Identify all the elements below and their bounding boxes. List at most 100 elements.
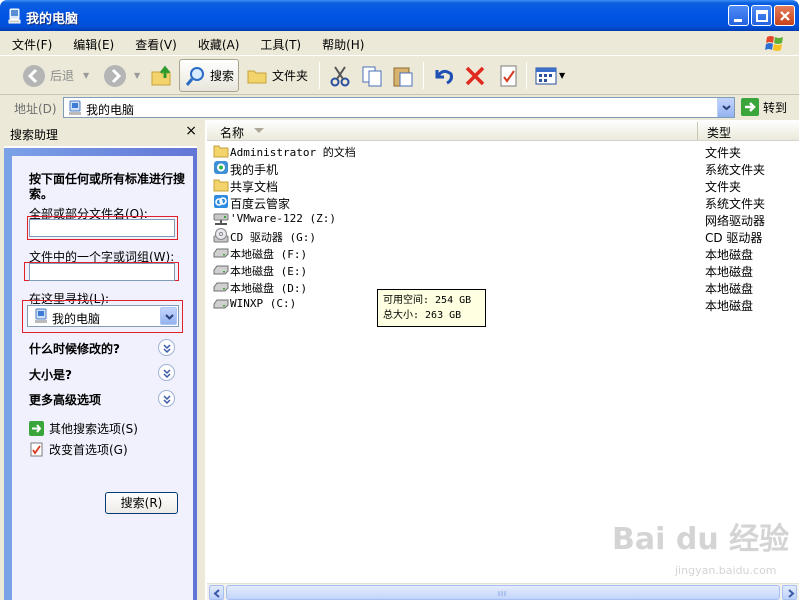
close-button[interactable] <box>774 5 795 26</box>
folders-button[interactable]: 文件夹 <box>246 59 308 92</box>
views-button[interactable]: ▼ <box>534 59 565 92</box>
list-item[interactable]: 本地磁盘 (E:) 本地磁盘 <box>207 261 799 279</box>
undo-button[interactable] <box>431 59 455 92</box>
maximize-icon <box>756 10 768 22</box>
preferences-icon <box>30 442 43 457</box>
other-search-options-link[interactable]: 其他搜索选项(S) <box>29 420 138 437</box>
disk-space-tooltip: 可用空间: 254 GB 总大小: 263 GB <box>377 289 486 327</box>
minimize-button[interactable] <box>728 5 749 26</box>
address-dropdown[interactable] <box>717 98 734 117</box>
properties-icon <box>500 65 517 86</box>
phone-icon <box>214 161 228 174</box>
address-input[interactable]: 我的电脑 <box>63 97 735 118</box>
scroll-thumb[interactable] <box>226 585 780 600</box>
size-section[interactable]: 大小是? <box>29 366 72 383</box>
file-list: Administrator 的文档 文件夹 我的手机 系统文件夹 共享文档 文件… <box>207 142 799 313</box>
toolbar-separator <box>319 62 320 89</box>
paste-icon <box>393 67 413 86</box>
change-preferences-link[interactable]: 改变首选项(G) <box>29 441 128 458</box>
forward-arrow-icon <box>104 64 126 87</box>
column-divider[interactable] <box>697 122 698 140</box>
list-item[interactable]: Administrator 的文档 文件夹 <box>207 142 799 160</box>
copy-button[interactable] <box>360 59 384 92</box>
menu-favorites[interactable]: 收藏(A) <box>198 36 240 53</box>
chevron-right-icon <box>788 589 795 598</box>
chevron-left-icon <box>213 589 220 598</box>
address-bar: 地址(D) 我的电脑 转到 <box>0 95 799 120</box>
search-intro-text: 按下面任何或所有标准进行搜索。 <box>29 172 186 201</box>
close-pane-icon[interactable]: × <box>185 123 197 139</box>
scroll-right-button[interactable] <box>782 585 797 600</box>
address-label: 地址(D) <box>14 102 57 116</box>
title-bar[interactable]: 我的电脑 <box>0 0 799 31</box>
cut-button[interactable] <box>328 59 352 92</box>
scroll-left-button[interactable] <box>209 585 224 600</box>
cloud-icon <box>214 195 228 208</box>
chevron-down-icon <box>165 314 174 320</box>
forward-dropdown-icon[interactable]: ▼ <box>134 71 140 80</box>
menu-edit[interactable]: 编辑(E) <box>73 36 114 53</box>
minimize-icon <box>734 19 742 22</box>
back-button[interactable]: 后退 ▼ <box>22 59 89 92</box>
menu-tools[interactable]: 工具(T) <box>260 36 301 53</box>
search-button[interactable]: 搜索 <box>179 59 240 92</box>
list-item[interactable]: WINXP (C:) 本地磁盘 <box>207 295 799 313</box>
maximize-button[interactable] <box>751 5 772 26</box>
views-icon <box>535 67 557 84</box>
list-item[interactable]: 我的手机 系统文件夹 <box>207 159 799 177</box>
views-dropdown-icon[interactable]: ▼ <box>559 71 565 80</box>
my-computer-icon <box>35 308 47 323</box>
up-folder-button[interactable] <box>150 59 174 92</box>
delete-button[interactable] <box>463 59 487 92</box>
back-arrow-icon <box>23 64 45 87</box>
toolbar: 后退 ▼ ▼ 搜索 文件夹 ▼ <box>0 56 799 95</box>
list-item[interactable]: CD 驱动器 (G:) CD 驱动器 <box>207 227 799 245</box>
paste-button[interactable] <box>391 59 415 92</box>
chevron-down-icon <box>722 105 731 111</box>
disk-icon <box>213 299 229 309</box>
sort-arrow-icon <box>254 128 264 133</box>
column-type[interactable]: 类型 <box>707 124 731 141</box>
advanced-options-section[interactable]: 更多高级选项 <box>29 391 101 408</box>
menu-file[interactable]: 文件(F) <box>12 36 52 53</box>
filename-input[interactable] <box>29 219 175 237</box>
menu-help[interactable]: 帮助(H) <box>322 36 364 53</box>
folder-icon <box>213 145 229 158</box>
windows-logo-icon <box>765 36 783 51</box>
toolbar-separator <box>526 62 527 89</box>
back-dropdown-icon[interactable]: ▼ <box>83 71 89 80</box>
undo-icon <box>435 69 453 84</box>
list-item[interactable]: 'VMware-122 (Z:) 网络驱动器 <box>207 210 799 228</box>
expand-chevron-icon[interactable] <box>158 339 175 356</box>
horizontal-scrollbar[interactable] <box>207 583 799 600</box>
expand-chevron-icon[interactable] <box>158 390 175 407</box>
search-pane-header: 搜索助理 × <box>3 123 203 144</box>
properties-button[interactable] <box>497 59 521 92</box>
look-in-dropdown[interactable] <box>160 307 177 325</box>
search-pane-title: 搜索助理 <box>10 128 59 142</box>
disk-icon <box>213 282 229 292</box>
when-modified-section[interactable]: 什么时候修改的? <box>29 340 120 357</box>
look-in-select[interactable]: 我的电脑 <box>27 305 179 327</box>
double-chevron-down-icon <box>163 344 171 354</box>
tooltip-total-size: 总大小: 263 GB <box>383 310 462 321</box>
go-button[interactable]: 转到 <box>741 98 787 116</box>
list-item[interactable]: 本地磁盘 (D:) 本地磁盘 <box>207 278 799 296</box>
search-submit-button[interactable]: 搜索(R) <box>105 492 178 514</box>
list-item[interactable]: 百度云管家 系统文件夹 <box>207 193 799 211</box>
list-item[interactable]: 本地磁盘 (F:) 本地磁盘 <box>207 244 799 262</box>
list-item[interactable]: 共享文档 文件夹 <box>207 176 799 194</box>
tooltip-free-space: 可用空间: 254 GB <box>383 295 472 306</box>
cd-drive-icon <box>213 228 229 243</box>
menu-view[interactable]: 查看(V) <box>135 36 177 53</box>
toolbar-separator <box>423 62 424 89</box>
go-arrow-icon <box>741 98 759 116</box>
expand-chevron-icon[interactable] <box>158 364 175 381</box>
up-folder-icon <box>151 65 171 85</box>
my-computer-icon <box>69 100 81 115</box>
column-name[interactable]: 名称 <box>220 124 244 141</box>
copy-icon <box>362 66 382 86</box>
word-phrase-input[interactable] <box>29 263 175 281</box>
forward-button[interactable]: ▼ <box>103 59 140 92</box>
column-header: 名称 类型 <box>207 120 799 141</box>
